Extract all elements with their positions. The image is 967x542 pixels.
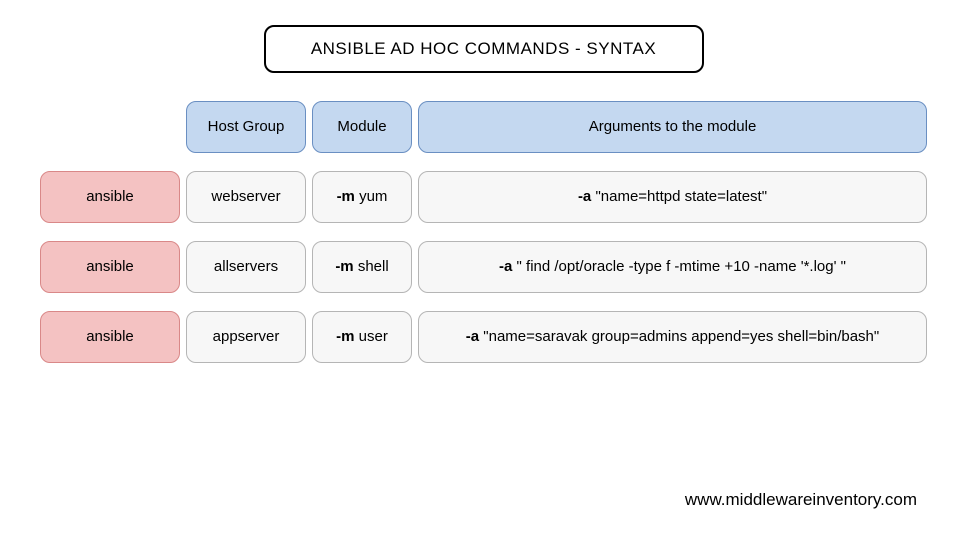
args-flag: -a: [499, 258, 512, 275]
header-spacer: [40, 101, 180, 153]
module-flag: -m: [336, 328, 354, 345]
args-value: " find /opt/oracle -type f -mtime +10 -n…: [517, 258, 846, 275]
args-flag: -a: [578, 188, 591, 205]
arguments-cell: -a "name=saravak group=admins append=yes…: [418, 311, 927, 363]
arguments-cell: -a "name=httpd state=latest": [418, 171, 927, 223]
module-cell: -m shell: [312, 241, 412, 293]
header-row: Host Group Module Arguments to the modul…: [40, 101, 927, 153]
module-flag: -m: [335, 258, 353, 275]
module-flag: -m: [337, 188, 355, 205]
args-value: "name=saravak group=admins append=yes sh…: [483, 328, 879, 345]
command-cell: ansible: [40, 171, 180, 223]
host-group-cell: appserver: [186, 311, 306, 363]
command-cell: ansible: [40, 311, 180, 363]
example-row: ansible webserver -m yum -a "name=httpd …: [40, 171, 927, 223]
header-module: Module: [312, 101, 412, 153]
args-flag: -a: [466, 328, 479, 345]
attribution-link: www.middlewareinventory.com: [685, 490, 917, 510]
example-row: ansible allservers -m shell -a " find /o…: [40, 241, 927, 293]
host-group-cell: allservers: [186, 241, 306, 293]
module-cell: -m yum: [312, 171, 412, 223]
module-name: user: [359, 328, 388, 345]
module-name: shell: [358, 258, 389, 275]
header-arguments: Arguments to the module: [418, 101, 927, 153]
arguments-cell: -a " find /opt/oracle -type f -mtime +10…: [418, 241, 927, 293]
header-host-group: Host Group: [186, 101, 306, 153]
args-value: "name=httpd state=latest": [595, 188, 767, 205]
host-group-cell: webserver: [186, 171, 306, 223]
diagram-title: ANSIBLE AD HOC COMMANDS - SYNTAX: [264, 25, 704, 73]
module-name: yum: [359, 188, 387, 205]
command-cell: ansible: [40, 241, 180, 293]
module-cell: -m user: [312, 311, 412, 363]
example-row: ansible appserver -m user -a "name=sarav…: [40, 311, 927, 363]
syntax-grid: Host Group Module Arguments to the modul…: [40, 101, 927, 363]
